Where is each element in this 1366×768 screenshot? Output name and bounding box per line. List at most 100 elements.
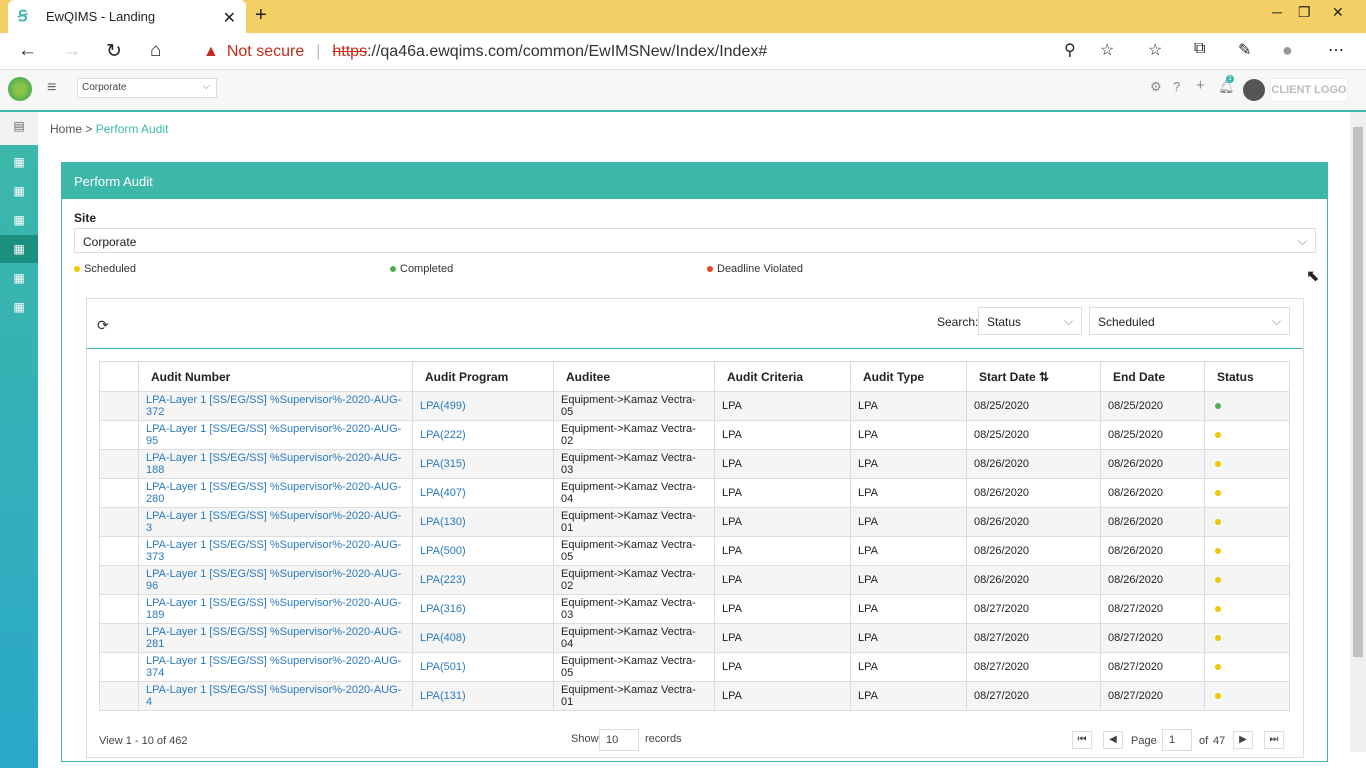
column-header[interactable]: Status (1204, 361, 1290, 392)
audit-program-link[interactable]: LPA(315) (412, 449, 554, 479)
audit-program-link-text[interactable]: LPA(223) (420, 574, 466, 586)
audit-program-link-text[interactable]: LPA(407) (420, 487, 466, 499)
collections-icon[interactable]: ⧉ (1194, 40, 1205, 58)
table-row[interactable]: LPA-Layer 1 [SS/EG/SS] %Supervisor%-2020… (99, 565, 1290, 595)
audit-number-link-text[interactable]: LPA-Layer 1 [SS/EG/SS] %Supervisor%-2020… (146, 452, 401, 476)
audit-program-link[interactable]: LPA(499) (412, 391, 554, 421)
audit-program-link[interactable]: LPA(501) (412, 652, 554, 682)
sidebar-clipboard-icon[interactable]: ▤ (0, 112, 38, 145)
user-avatar[interactable] (1243, 79, 1265, 101)
column-header[interactable]: Audit Type (850, 361, 967, 392)
audit-program-link-text[interactable]: LPA(499) (420, 400, 466, 412)
search-field-select[interactable]: Status ⌵ (978, 307, 1082, 335)
home-icon[interactable]: ⌂ (150, 40, 161, 62)
sidebar-building-icon[interactable]: ▦ (0, 206, 38, 234)
scrollbar-thumb[interactable] (1353, 127, 1363, 657)
next-page-icon[interactable]: ▶ (1233, 731, 1253, 749)
forward-icon[interactable]: → (62, 40, 81, 62)
close-window-icon[interactable]: ✕ (1332, 4, 1344, 21)
audit-program-link[interactable]: LPA(131) (412, 681, 554, 711)
audit-number-link[interactable]: LPA-Layer 1 [SS/EG/SS] %Supervisor%-2020… (138, 420, 413, 450)
table-row[interactable]: LPA-Layer 1 [SS/EG/SS] %Supervisor%-2020… (99, 507, 1290, 537)
page-size-input[interactable]: 10 (599, 729, 639, 751)
table-row[interactable]: LPA-Layer 1 [SS/EG/SS] %Supervisor%-2020… (99, 652, 1290, 682)
url-field[interactable]: ▲ Not secure | https ://qa46a.ewqims.com… (188, 37, 1132, 67)
audit-program-link-text[interactable]: LPA(130) (420, 516, 466, 528)
site-select[interactable]: Corporate ⌵ (74, 228, 1316, 253)
close-tab-icon[interactable]: ✕ (223, 8, 236, 28)
audit-program-link[interactable]: LPA(407) (412, 478, 554, 508)
audit-program-link[interactable]: LPA(500) (412, 536, 554, 566)
table-row[interactable]: LPA-Layer 1 [SS/EG/SS] %Supervisor%-2020… (99, 478, 1290, 508)
add-icon[interactable]: + (1196, 77, 1205, 94)
audit-program-link[interactable]: LPA(222) (412, 420, 554, 450)
audit-number-link[interactable]: LPA-Layer 1 [SS/EG/SS] %Supervisor%-2020… (138, 681, 413, 711)
table-row[interactable]: LPA-Layer 1 [SS/EG/SS] %Supervisor%-2020… (99, 594, 1290, 624)
table-row[interactable]: LPA-Layer 1 [SS/EG/SS] %Supervisor%-2020… (99, 449, 1290, 479)
vertical-scrollbar[interactable] (1350, 112, 1366, 752)
column-header[interactable]: Audit Number (138, 361, 413, 392)
audit-number-link[interactable]: LPA-Layer 1 [SS/EG/SS] %Supervisor%-2020… (138, 507, 413, 537)
audit-number-link-text[interactable]: LPA-Layer 1 [SS/EG/SS] %Supervisor%-2020… (146, 510, 401, 534)
audit-program-link[interactable]: LPA(223) (412, 565, 554, 595)
audit-number-link[interactable]: LPA-Layer 1 [SS/EG/SS] %Supervisor%-2020… (138, 565, 413, 595)
search-value-select[interactable]: Scheduled ⌵ (1089, 307, 1290, 335)
column-header[interactable]: End Date (1100, 361, 1205, 392)
audit-number-link[interactable]: LPA-Layer 1 [SS/EG/SS] %Supervisor%-2020… (138, 449, 413, 479)
column-header[interactable]: Audit Criteria (714, 361, 851, 392)
minimize-icon[interactable]: ─ (1272, 4, 1282, 20)
sort-icon[interactable]: ⇅ (1039, 370, 1049, 384)
favorites-icon[interactable]: ☆ (1148, 40, 1162, 60)
audit-program-link-text[interactable]: LPA(131) (420, 690, 466, 702)
sidebar-building-icon[interactable]: ▦ (0, 235, 38, 263)
back-icon[interactable]: ← (18, 40, 37, 62)
audit-program-link[interactable]: LPA(130) (412, 507, 554, 537)
page-input[interactable]: 1 (1162, 729, 1192, 751)
audit-number-link-text[interactable]: LPA-Layer 1 [SS/EG/SS] %Supervisor%-2020… (146, 481, 401, 505)
audit-number-link[interactable]: LPA-Layer 1 [SS/EG/SS] %Supervisor%-2020… (138, 652, 413, 682)
table-row[interactable]: LPA-Layer 1 [SS/EG/SS] %Supervisor%-2020… (99, 623, 1290, 653)
audit-number-link-text[interactable]: LPA-Layer 1 [SS/EG/SS] %Supervisor%-2020… (146, 568, 401, 592)
audit-number-link-text[interactable]: LPA-Layer 1 [SS/EG/SS] %Supervisor%-2020… (146, 655, 401, 679)
audit-program-link-text[interactable]: LPA(316) (420, 603, 466, 615)
column-header[interactable]: Audit Program (412, 361, 554, 392)
audit-program-link-text[interactable]: LPA(315) (420, 458, 466, 470)
audit-number-link[interactable]: LPA-Layer 1 [SS/EG/SS] %Supervisor%-2020… (138, 391, 413, 421)
help-icon[interactable]: ? (1173, 79, 1180, 94)
favorite-star-icon[interactable]: ☆ (1100, 40, 1114, 60)
browser-tab[interactable]: Ꞩ EwQIMS - Landing ✕ (8, 0, 246, 33)
audit-number-link[interactable]: LPA-Layer 1 [SS/EG/SS] %Supervisor%-2020… (138, 536, 413, 566)
audit-number-link-text[interactable]: LPA-Layer 1 [SS/EG/SS] %Supervisor%-2020… (146, 597, 401, 621)
audit-number-link-text[interactable]: LPA-Layer 1 [SS/EG/SS] %Supervisor%-2020… (146, 539, 401, 563)
sidebar-building-icon[interactable]: ▦ (0, 177, 38, 205)
audit-number-link[interactable]: LPA-Layer 1 [SS/EG/SS] %Supervisor%-2020… (138, 623, 413, 653)
org-select[interactable]: Corporate ⌵ (77, 78, 217, 98)
new-tab-icon[interactable]: + (255, 4, 267, 27)
first-page-icon[interactable]: ⏮ (1072, 731, 1092, 749)
table-row[interactable]: LPA-Layer 1 [SS/EG/SS] %Supervisor%-2020… (99, 681, 1290, 711)
table-row[interactable]: LPA-Layer 1 [SS/EG/SS] %Supervisor%-2020… (99, 536, 1290, 566)
zoom-icon[interactable]: ⚲ (1064, 40, 1076, 60)
restore-icon[interactable]: ❐ (1298, 4, 1311, 21)
audit-program-link-text[interactable]: LPA(501) (420, 661, 466, 673)
column-header[interactable]: Auditee (553, 361, 715, 392)
hamburger-menu-icon[interactable]: ≡ (47, 79, 56, 97)
audit-program-link-text[interactable]: LPA(222) (420, 429, 466, 441)
feedback-icon[interactable]: ✎ (1238, 40, 1251, 60)
settings-gear-icon[interactable]: ⚙ (1150, 79, 1162, 95)
more-icon[interactable]: ⋯ (1328, 40, 1344, 60)
profile-icon[interactable]: ● (1282, 40, 1293, 61)
sidebar-building-icon[interactable]: ▦ (0, 293, 38, 321)
audit-program-link[interactable]: LPA(408) (412, 623, 554, 653)
breadcrumb-home[interactable]: Home (50, 122, 82, 136)
audit-program-link[interactable]: LPA(316) (412, 594, 554, 624)
app-logo[interactable] (8, 77, 32, 101)
audit-program-link-text[interactable]: LPA(408) (420, 632, 466, 644)
start-date-column-header[interactable]: Start Date ⇅ (966, 361, 1101, 392)
audit-number-link[interactable]: LPA-Layer 1 [SS/EG/SS] %Supervisor%-2020… (138, 478, 413, 508)
audit-number-link[interactable]: LPA-Layer 1 [SS/EG/SS] %Supervisor%-2020… (138, 594, 413, 624)
sidebar-building-icon[interactable]: ▦ (0, 264, 38, 292)
sidebar-building-icon[interactable]: ▦ (0, 148, 38, 176)
audit-program-link-text[interactable]: LPA(500) (420, 545, 466, 557)
prev-page-icon[interactable]: ◀ (1103, 731, 1123, 749)
